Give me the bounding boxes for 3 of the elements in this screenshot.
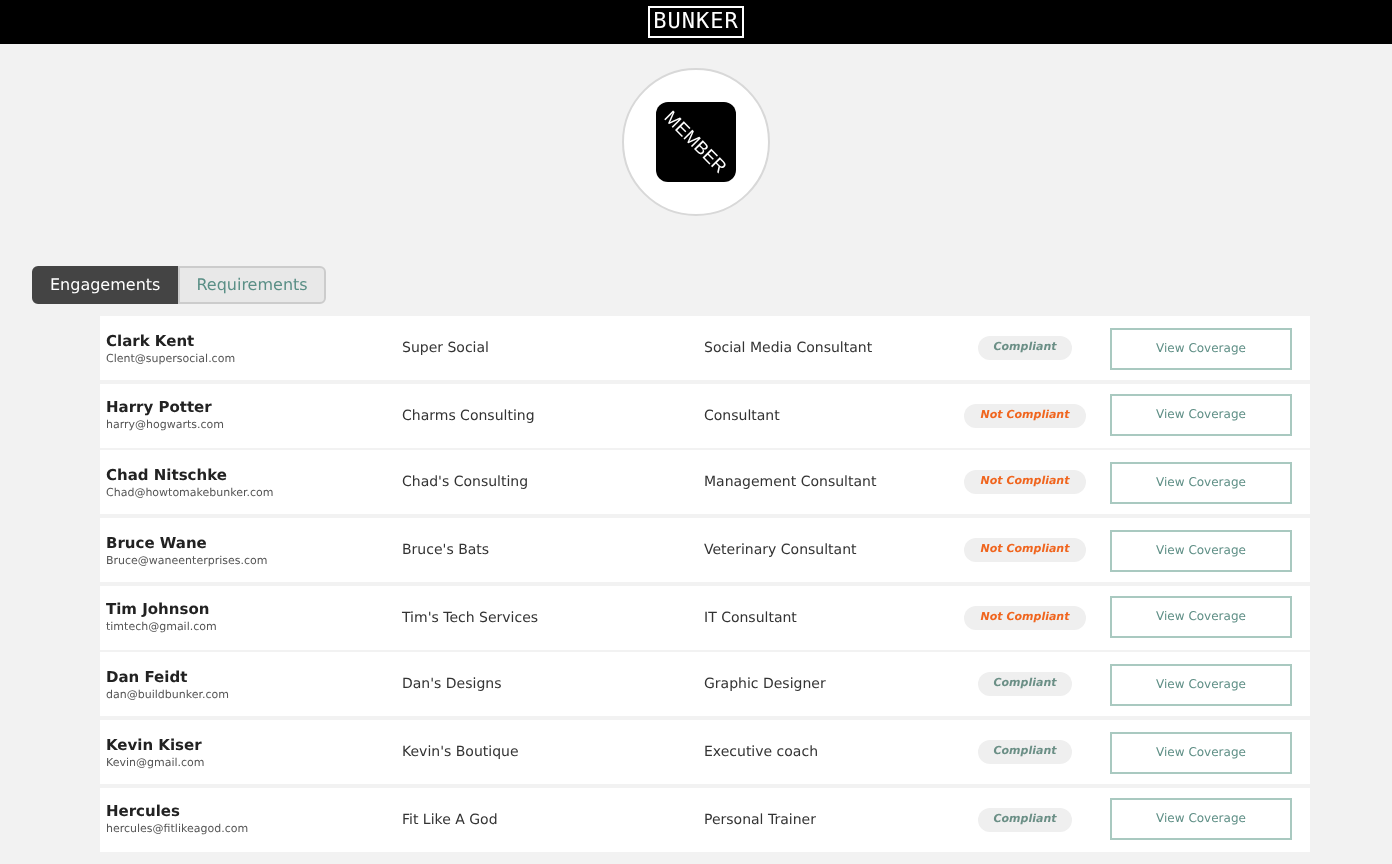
logo: BUNKER (647, 6, 745, 38)
tab[interactable]: Requirements (178, 266, 326, 304)
tab[interactable]: Engagements (32, 266, 179, 304)
